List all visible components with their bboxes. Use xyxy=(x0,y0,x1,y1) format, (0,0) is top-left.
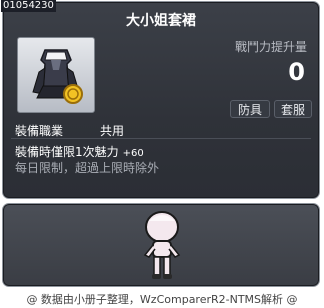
dress-icon xyxy=(32,49,83,104)
item-icon-frame xyxy=(17,37,95,113)
charm-bonus: +60 xyxy=(122,148,144,159)
tag-outfit: 套服 xyxy=(274,100,312,118)
character-preview xyxy=(2,203,320,287)
charm-limit-line: 裝備時僅限1次魅力 +60 xyxy=(15,143,144,160)
footer-credit: @ 数据由小册子整理，WzComparerR2-NTMS解析 @ xyxy=(26,293,298,306)
job-label: 裝備職業 xyxy=(15,124,64,138)
charm-limit-text: 裝備時僅限1次魅力 xyxy=(15,145,119,159)
tag-armor: 防具 xyxy=(230,100,270,118)
daily-limit-text: 每日限制，超過上限時除外 xyxy=(15,161,160,175)
item-tooltip: 大小姐套裙 戰鬥力提升量 0 防具 套服 裝備職業 共用 裝備時僅限1次魅力 +6… xyxy=(2,1,320,199)
job-value: 共用 xyxy=(100,124,125,138)
item-title: 大小姐套裙 xyxy=(126,13,196,29)
combat-power-label: 戰鬥力提升量 xyxy=(234,40,307,54)
divider xyxy=(11,138,311,139)
item-id: 01054230 xyxy=(1,0,56,12)
combat-power-value: 0 xyxy=(288,58,305,86)
character-avatar-icon xyxy=(143,211,181,279)
